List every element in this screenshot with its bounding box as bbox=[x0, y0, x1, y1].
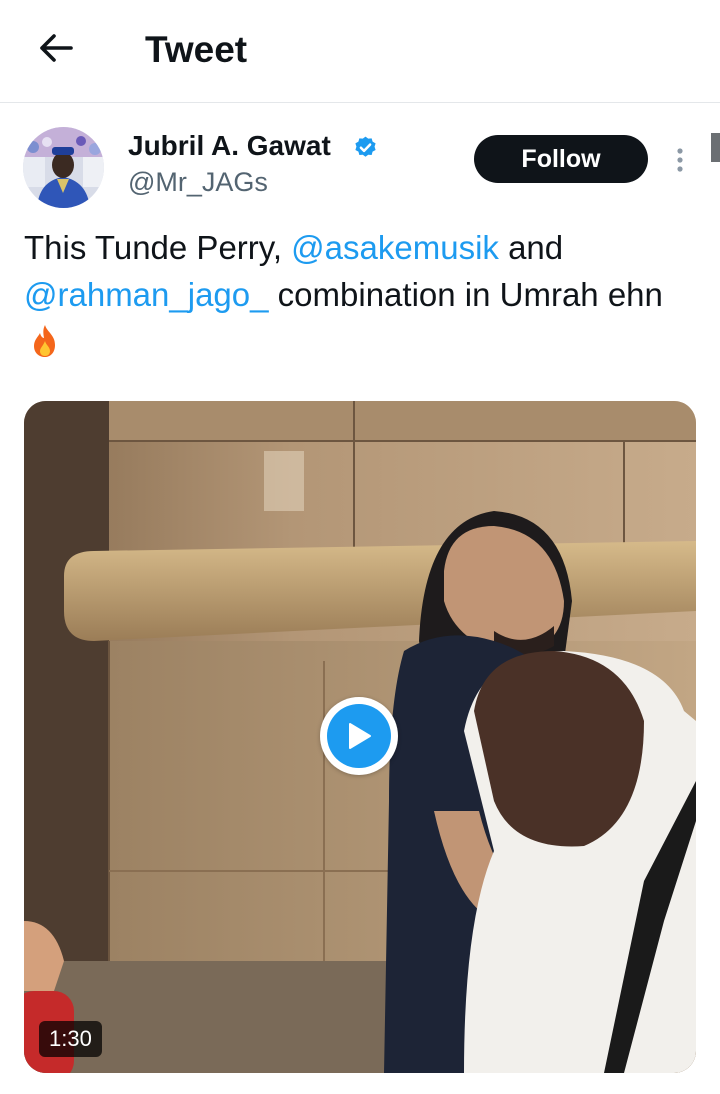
top-bar: Tweet bbox=[0, 0, 720, 103]
scrollbar[interactable] bbox=[711, 133, 720, 162]
video-duration-badge: 1:30 bbox=[39, 1021, 102, 1057]
arrow-left-icon bbox=[40, 34, 73, 62]
author-avatar[interactable] bbox=[23, 127, 104, 208]
play-button-inner bbox=[327, 704, 391, 768]
mention-link[interactable]: @asakemusik bbox=[291, 229, 499, 266]
avatar-image bbox=[23, 127, 104, 208]
tweet-text-part: and bbox=[498, 229, 564, 266]
tweet-text-part: This Tunde Perry, bbox=[24, 229, 292, 266]
author-handle[interactable]: @Mr_JAGs bbox=[128, 165, 268, 199]
page-title: Tweet bbox=[145, 29, 248, 70]
more-options-button[interactable] bbox=[666, 140, 694, 180]
mention-link[interactable]: @rahman_jago_ bbox=[24, 276, 269, 313]
follow-button[interactable]: Follow bbox=[474, 135, 648, 183]
tweet-text-part: combination in Umrah ehn bbox=[268, 276, 663, 313]
play-icon bbox=[349, 723, 371, 749]
verified-badge-icon bbox=[355, 136, 376, 157]
tweet-text: This Tunde Perry, @asakemusik and @rahma… bbox=[24, 224, 684, 365]
fire-emoji-icon bbox=[34, 325, 55, 357]
author-name[interactable]: Jubril A. Gawat bbox=[128, 128, 331, 164]
play-button[interactable] bbox=[320, 697, 398, 775]
video-player[interactable]: 1:30 bbox=[24, 401, 696, 1073]
back-button[interactable] bbox=[30, 26, 80, 70]
more-vertical-icon bbox=[677, 148, 683, 172]
